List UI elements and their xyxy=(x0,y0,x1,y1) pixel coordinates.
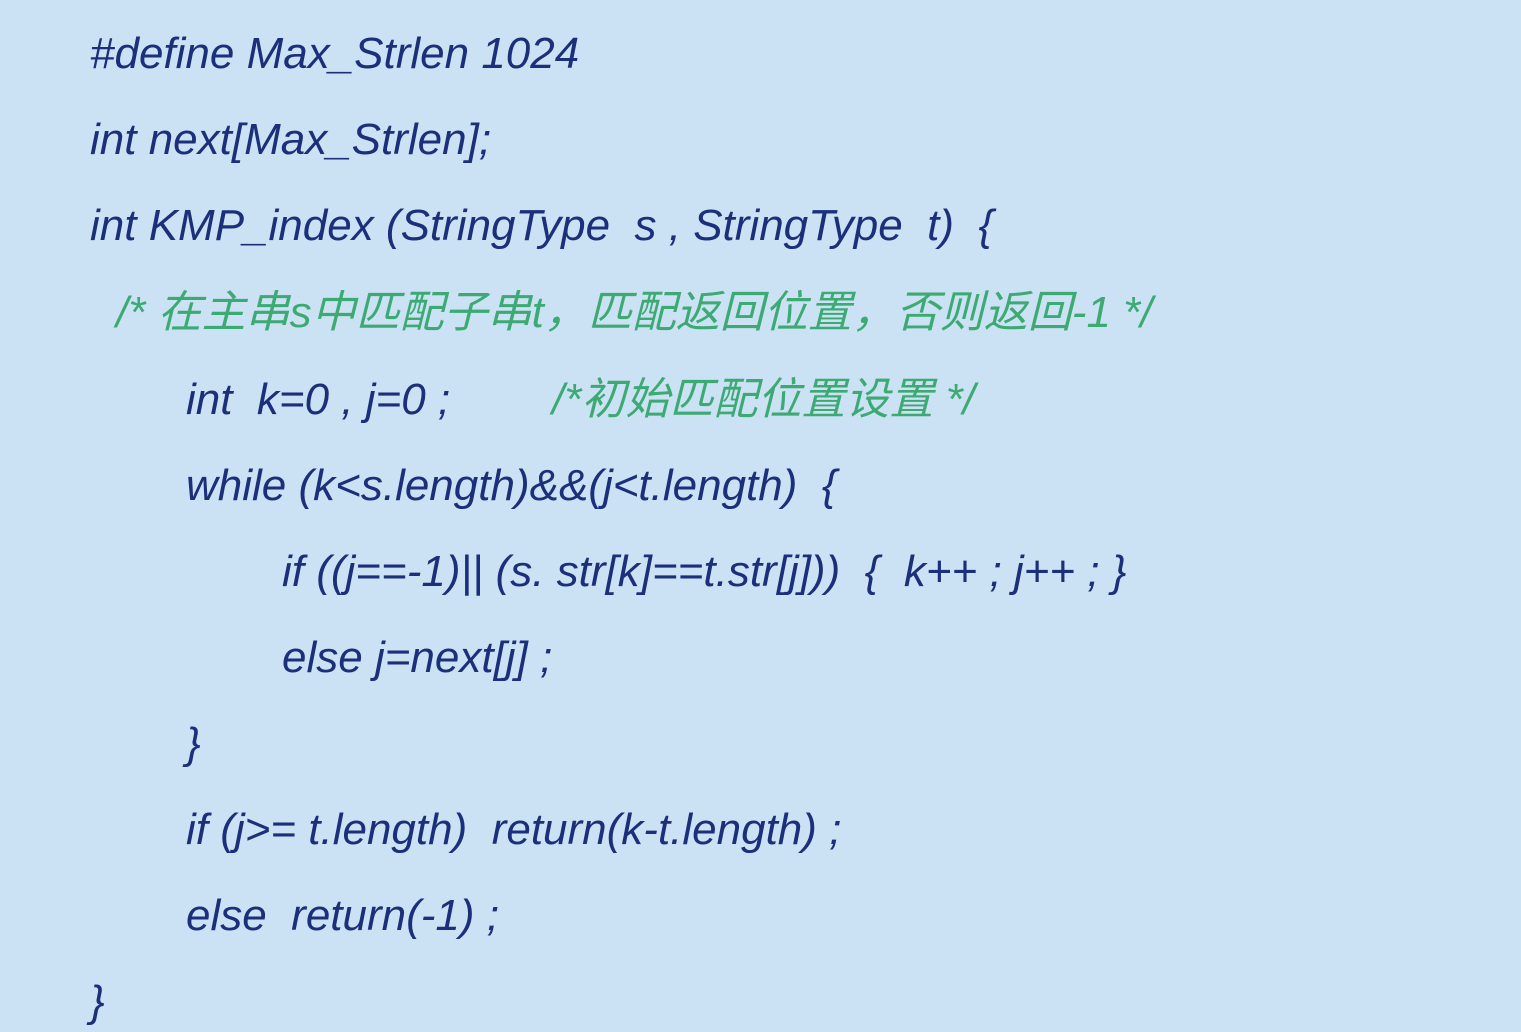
code-text: } xyxy=(90,977,105,1026)
code-line-while: while (k<s.length)&&(j<t.length) { xyxy=(186,460,837,512)
code-text: else return(-1) ; xyxy=(186,891,499,940)
code-line-init: int k=0 , j=0 ; /*初始匹配位置设置 */ xyxy=(186,374,975,426)
code-text: if (j>= t.length) return(k-t.length) ; xyxy=(186,805,842,854)
code-text: } xyxy=(186,719,201,768)
code-line-if-found: if (j>= t.length) return(k-t.length) ; xyxy=(186,804,841,856)
code-text: int k=0 , j=0 ; xyxy=(186,375,451,424)
code-line-define: #define Max_Strlen 1024 xyxy=(90,28,579,80)
code-text: #define Max_Strlen 1024 xyxy=(90,29,580,78)
code-line-while-close: } xyxy=(186,718,201,770)
code-line-function-signature: int KMP_index (StringType s , StringType… xyxy=(90,200,993,252)
code-text: if ((j==-1)|| (s. str[k]==t.str[j])) { k… xyxy=(282,547,1127,596)
code-slide: #define Max_Strlen 1024 int next[Max_Str… xyxy=(0,0,1521,1032)
code-text: while (k<s.length)&&(j<t.length) { xyxy=(186,461,837,510)
init-comment: /*初始匹配位置设置 */ xyxy=(552,375,975,424)
code-line-if-match: if ((j==-1)|| (s. str[k]==t.str[j])) { k… xyxy=(282,546,1126,598)
code-line-else-return: else return(-1) ; xyxy=(186,890,499,942)
code-line-header-comment: /* 在主串s中匹配子串t，匹配返回位置，否则返回-1 */ xyxy=(116,287,1153,339)
code-text: int next[Max_Strlen]; xyxy=(90,115,492,164)
code-text: int KMP_index (StringType s , StringType… xyxy=(90,201,994,250)
code-text: else j=next[j] ; xyxy=(282,633,553,682)
code-line-next-array: int next[Max_Strlen]; xyxy=(90,114,491,166)
code-line-function-close: } xyxy=(90,976,105,1028)
comment-text: /* 在主串s中匹配子串t，匹配返回位置，否则返回-1 */ xyxy=(116,288,1153,337)
code-line-else-next: else j=next[j] ; xyxy=(282,632,552,684)
